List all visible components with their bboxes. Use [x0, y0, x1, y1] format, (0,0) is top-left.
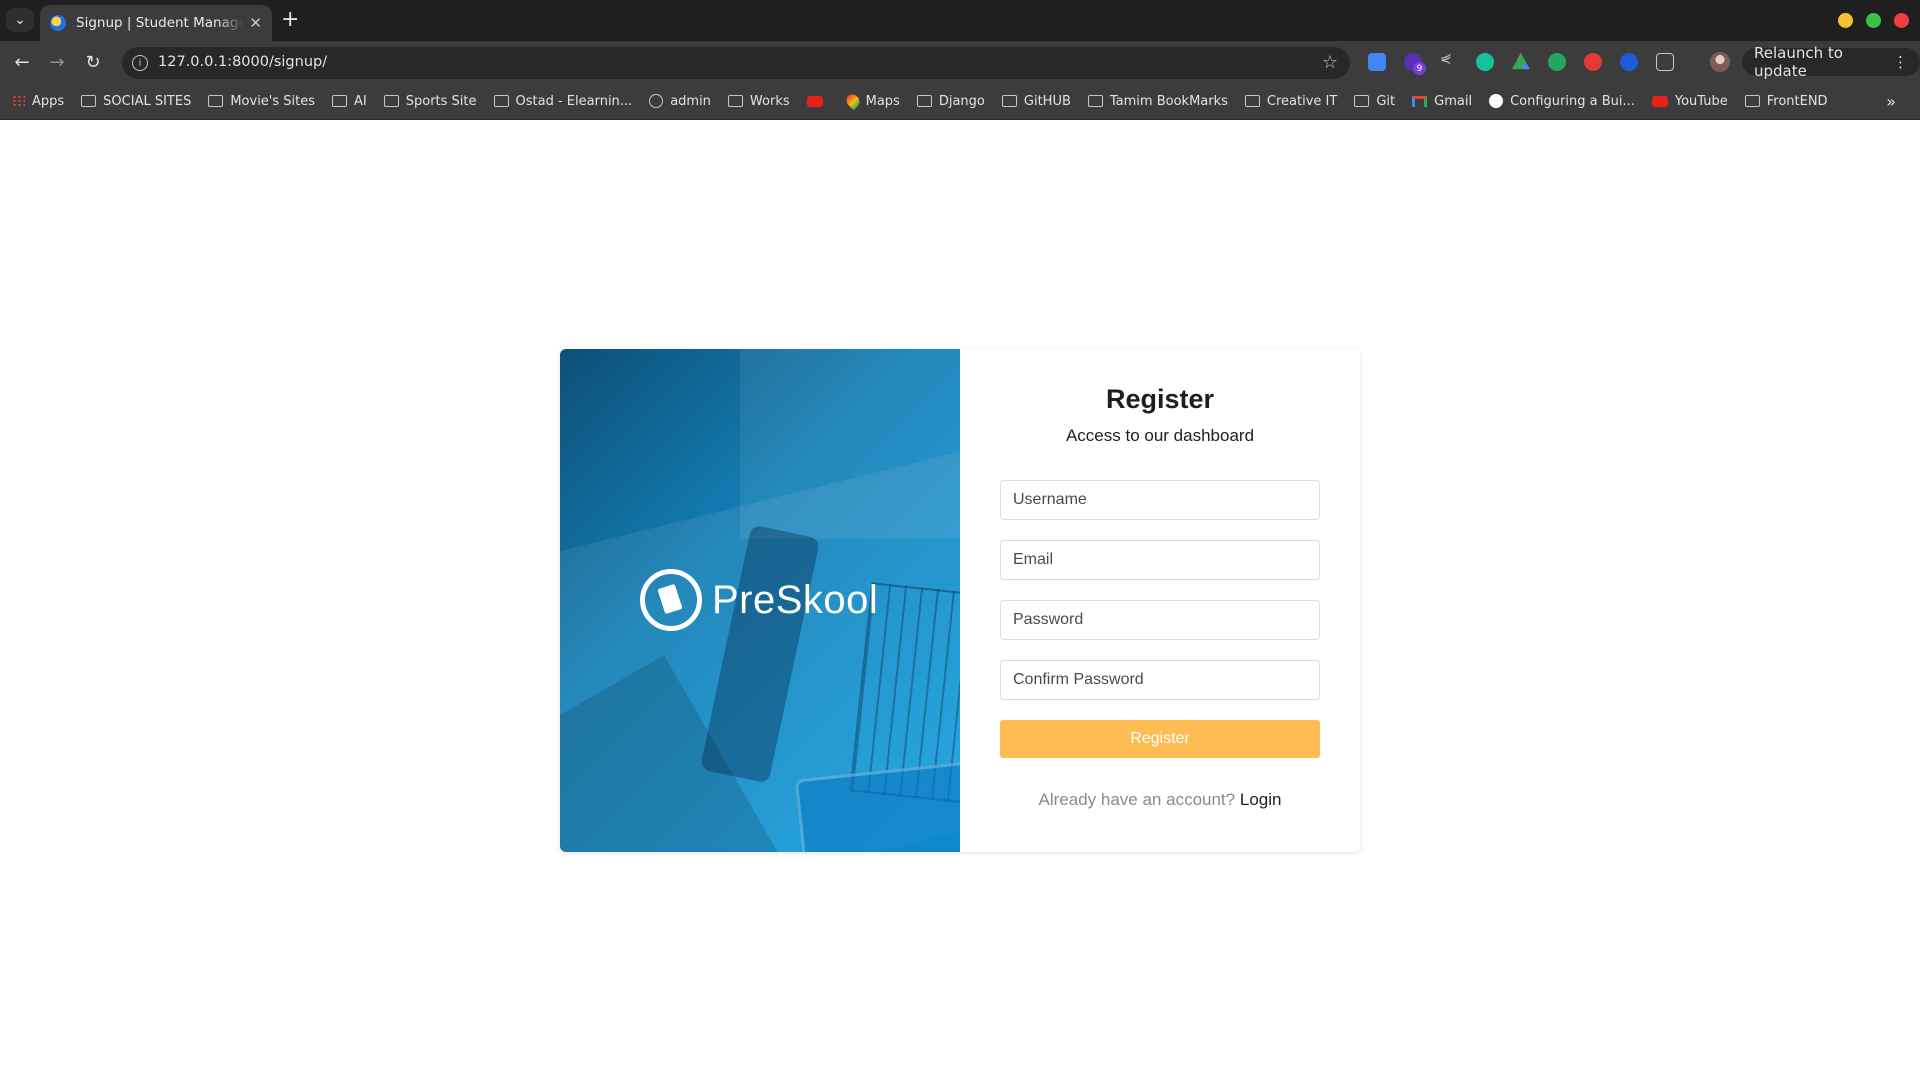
signup-form-panel: Register Access to our dashboard Registe…	[960, 349, 1360, 852]
bookmark-social-sites[interactable]: SOCIAL SITES	[81, 94, 191, 109]
more-menu-icon[interactable]: ⋮	[1893, 53, 1908, 71]
bookmarks-overflow-icon[interactable]: »	[1886, 92, 1896, 111]
bookmark-works[interactable]: Works	[727, 94, 790, 109]
bookmarks-bar: Apps SOCIAL SITES Movie's Sites AI Sport…	[0, 83, 1920, 120]
confirm-password-field[interactable]	[1000, 660, 1320, 700]
folder-icon	[81, 95, 97, 107]
globe-icon	[649, 94, 664, 108]
youtube-icon	[1651, 95, 1668, 107]
bookmark-movies-sites[interactable]: Movie's Sites	[208, 94, 315, 109]
folder-icon	[1354, 95, 1370, 107]
bookmark-git[interactable]: Git	[1354, 94, 1395, 109]
email-field[interactable]	[1000, 540, 1320, 580]
bookmark-github[interactable]: GitHUB	[1001, 94, 1071, 109]
bookmark-admin[interactable]: admin	[649, 94, 711, 109]
tab-favicon-icon	[50, 15, 66, 31]
maximize-window-icon[interactable]	[1866, 13, 1881, 28]
bookmark-ai[interactable]: AI	[332, 94, 367, 109]
nextjs-icon	[1489, 94, 1504, 108]
reload-icon[interactable]: ↻	[81, 50, 105, 74]
bookmark-tamim-bookmarks[interactable]: Tamim BookMarks	[1087, 94, 1228, 109]
bookmark-sports-site[interactable]: Sports Site	[383, 94, 477, 109]
google-drive-icon[interactable]	[1512, 53, 1530, 70]
folder-icon	[493, 95, 509, 107]
share-extension-icon[interactable]: ⋞	[1440, 51, 1458, 69]
username-field[interactable]	[1000, 480, 1320, 520]
login-prompt-line: Already have an account? Login	[960, 790, 1360, 810]
folder-icon	[1001, 95, 1017, 107]
browser-toolbar: ← → ↻ i 127.0.0.1:8000/signup/ ☆ 9 ⋞ Rel…	[0, 41, 1920, 83]
grammarly-icon[interactable]	[1476, 53, 1494, 71]
brand-panel: PreSkool	[560, 349, 960, 852]
page-title: Register	[1105, 384, 1215, 414]
blue-extension-icon[interactable]	[1620, 53, 1638, 71]
folder-icon	[383, 95, 399, 107]
preskool-logo: PreSkool	[640, 569, 878, 631]
bookmark-django[interactable]: Django	[916, 94, 985, 109]
profile-avatar[interactable]	[1710, 52, 1730, 72]
bookmark-frontend[interactable]: FrontEND	[1744, 94, 1828, 109]
red-extension-icon[interactable]	[1584, 53, 1602, 71]
signup-card: PreSkool Register Access to our dashboar…	[560, 349, 1360, 852]
youtube-icon	[806, 95, 823, 107]
tab-strip: ⌄ Signup | Student Manageme ✕ +	[0, 0, 1920, 41]
tab-close-icon[interactable]: ✕	[249, 14, 262, 32]
maps-icon	[843, 91, 862, 111]
bookmark-star-icon[interactable]: ☆	[1322, 52, 1338, 73]
relaunch-button[interactable]: Relaunch to update ⋮	[1742, 44, 1920, 80]
address-bar[interactable]: i 127.0.0.1:8000/signup/ ☆	[122, 47, 1350, 79]
new-tab-icon[interactable]: +	[281, 9, 299, 31]
bookmark-gmail[interactable]: Gmail	[1412, 94, 1472, 109]
active-tab[interactable]: Signup | Student Manageme ✕	[40, 5, 272, 41]
forward-arrow-icon[interactable]: →	[45, 50, 69, 74]
bookmark-ostad[interactable]: Ostad - Elearnin...	[493, 94, 632, 109]
url-text[interactable]: 127.0.0.1:8000/signup/	[158, 54, 327, 70]
extensions-puzzle-icon[interactable]	[1656, 53, 1674, 71]
folder-icon	[916, 95, 932, 107]
site-info-icon[interactable]: i	[132, 55, 148, 71]
apps-grid-icon	[12, 94, 25, 108]
page-content: PreSkool Register Access to our dashboar…	[0, 121, 1920, 1080]
page-subtitle: Access to our dashboard	[1065, 426, 1255, 445]
bookmark-youtube-shortcut[interactable]	[806, 95, 830, 107]
book-logo-icon	[640, 569, 702, 631]
login-prompt: Already have an account?	[1038, 790, 1236, 809]
tab-title: Signup | Student Manageme	[76, 15, 244, 31]
google-translate-icon[interactable]	[1368, 53, 1386, 71]
register-button[interactable]: Register	[1000, 720, 1320, 758]
back-arrow-icon[interactable]: ←	[10, 50, 34, 74]
folder-icon	[208, 95, 224, 107]
bookmark-youtube[interactable]: YouTube	[1651, 94, 1728, 109]
minimize-window-icon[interactable]	[1838, 13, 1853, 28]
bookmark-apps[interactable]: Apps	[12, 94, 64, 109]
folder-icon	[332, 95, 348, 107]
bookmark-creative-it[interactable]: Creative IT	[1244, 94, 1337, 109]
gmail-icon	[1412, 95, 1428, 107]
brand-name: PreSkool	[712, 577, 879, 622]
folder-icon	[1744, 95, 1760, 107]
bookmark-configuring[interactable]: Configuring a Bui...	[1489, 94, 1635, 109]
bookmark-maps[interactable]: Maps	[843, 91, 900, 111]
folder-icon	[1087, 95, 1103, 107]
relaunch-label: Relaunch to update	[1754, 44, 1843, 80]
chatgpt-extension-icon[interactable]	[1548, 53, 1566, 71]
tab-search-icon[interactable]: ⌄	[6, 8, 34, 32]
extension-badge-count: 9	[1413, 62, 1426, 75]
login-link[interactable]: Login	[1240, 790, 1282, 809]
password-field[interactable]	[1000, 600, 1320, 640]
folder-icon	[1244, 95, 1260, 107]
folder-icon	[727, 95, 743, 107]
close-window-icon[interactable]	[1894, 13, 1909, 28]
